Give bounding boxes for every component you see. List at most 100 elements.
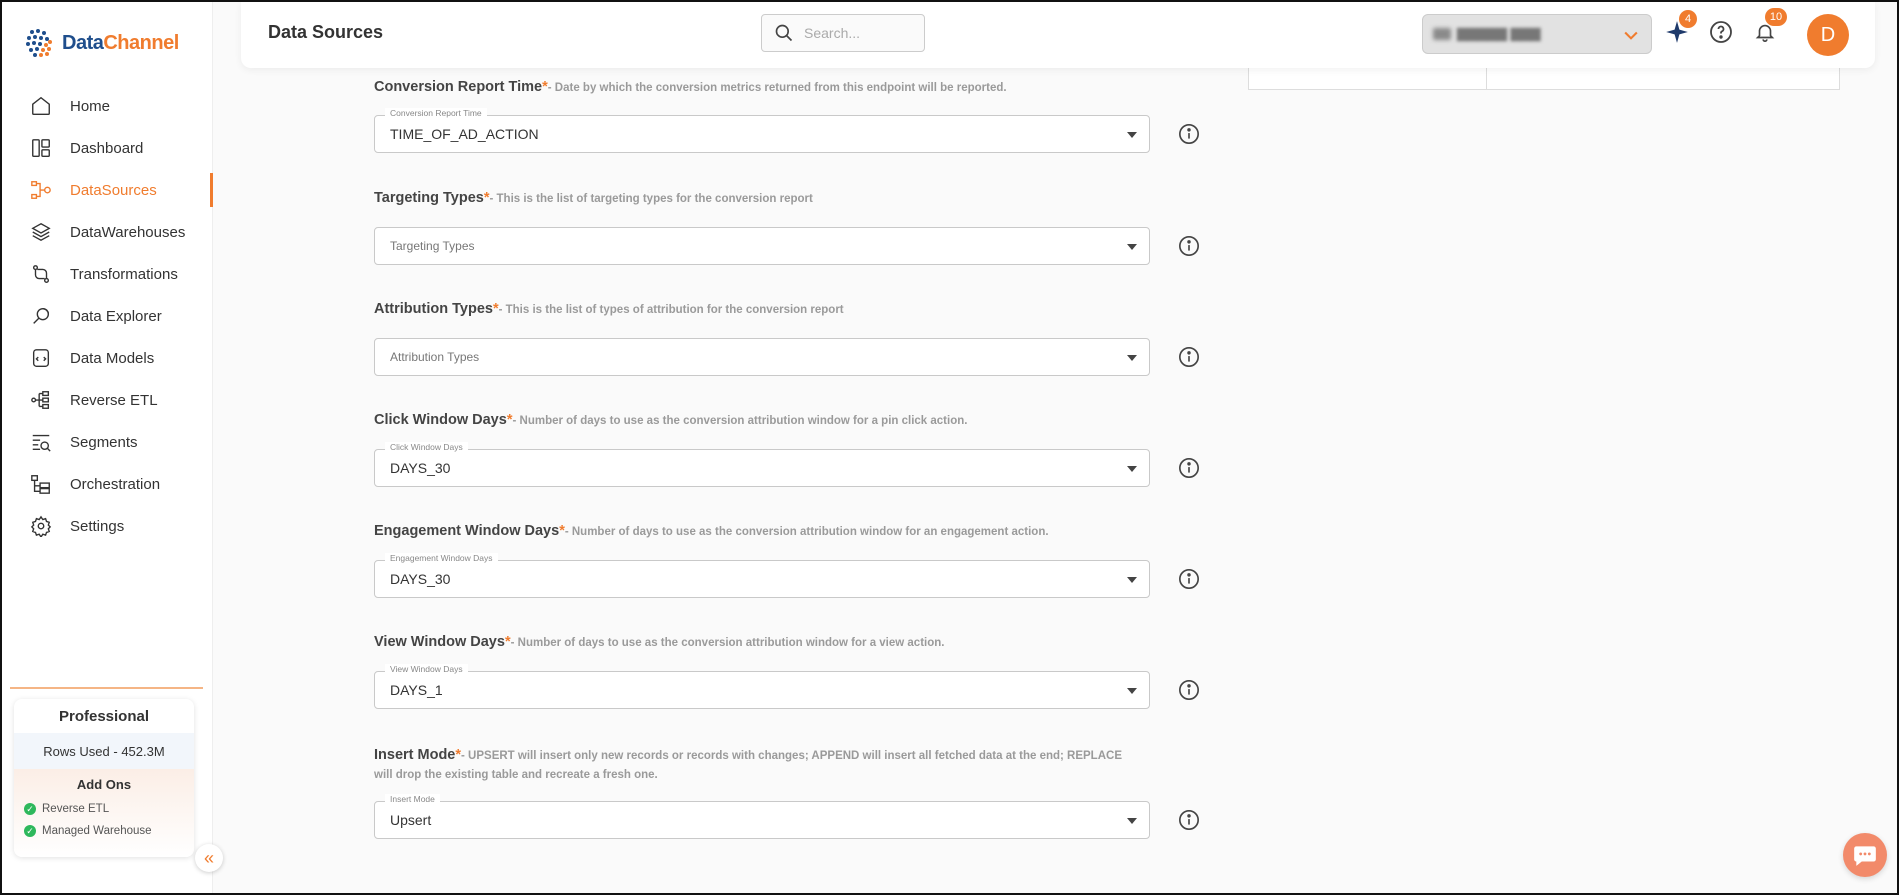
logo[interactable]: DataChannel (22, 26, 179, 60)
sidebar-item-transformations[interactable]: Transformations (2, 253, 213, 295)
caret-down-icon (1127, 688, 1137, 694)
ai-sparkle-button[interactable]: 4 (1663, 10, 1697, 46)
select-value: DAYS_30 (390, 571, 451, 587)
caret-down-icon (1127, 132, 1137, 138)
select-placeholder: Attribution Types (390, 350, 480, 364)
caret-down-icon (1127, 355, 1137, 361)
plan-name: Professional (58, 707, 150, 725)
engagement-window-days-select[interactable]: Engagement Window Days DAYS_30 (374, 553, 1150, 598)
home-icon (28, 93, 54, 119)
layers-icon (28, 219, 54, 245)
info-icon[interactable] (1178, 679, 1200, 701)
user-avatar[interactable]: D (1807, 14, 1849, 56)
click-window-days-select[interactable]: Click Window Days DAYS_30 (374, 442, 1150, 487)
view-window-days-select[interactable]: View Window Days DAYS_1 (374, 664, 1150, 709)
caret-down-icon (1127, 466, 1137, 472)
floating-label: View Window Days (385, 664, 468, 674)
orchestration-icon (28, 471, 54, 497)
floating-label: Engagement Window Days (385, 553, 498, 563)
chat-support-button[interactable] (1843, 833, 1887, 877)
floating-label: Click Window Days (385, 442, 468, 452)
sidebar-item-dashboard[interactable]: Dashboard (2, 127, 213, 169)
notifications-button[interactable]: 10 (1751, 8, 1787, 46)
double-chevron-left-icon: « (203, 847, 214, 868)
field-label: Click Window Days*- Number of days to us… (374, 412, 968, 428)
organization-select[interactable]: ▇▇▇▇▇ ▇▇▇ (1422, 14, 1652, 54)
help-button[interactable] (1707, 18, 1735, 46)
sidebar: DataChannel Home Dashboard DataSources D… (2, 2, 223, 893)
select-value: DAYS_1 (390, 682, 443, 698)
sidebar-nav: Home Dashboard DataSources DataWarehouse… (2, 85, 213, 547)
addons-section: Add Ons ✓ Reverse ETL ✓ Managed Warehous… (14, 769, 194, 857)
sidebar-item-datasources[interactable]: DataSources (2, 169, 213, 211)
info-icon[interactable] (1178, 457, 1200, 479)
floating-label: Conversion Report Time (385, 108, 487, 118)
targeting-types-select[interactable]: Targeting Types (374, 227, 1150, 265)
search-box[interactable] (761, 14, 925, 52)
org-name-redacted: ▇▇▇▇▇ ▇▇▇ (1457, 26, 1541, 41)
help-icon (1710, 21, 1732, 43)
sidebar-item-reverse-etl[interactable]: Reverse ETL (2, 379, 213, 421)
select-value: TIME_OF_AD_ACTION (390, 126, 539, 142)
info-icon[interactable] (1178, 346, 1200, 368)
caret-down-icon (1127, 818, 1137, 824)
addon-item: ✓ Reverse ETL (24, 798, 184, 820)
field-view-window-days: View Window Days*- Number of days to use… (374, 634, 1200, 709)
field-label: Targeting Types*- This is the list of ta… (374, 190, 813, 206)
info-icon[interactable] (1178, 809, 1200, 831)
top-header: Data Sources ▇▇▇▇▇ ▇▇▇ 4 10 D (241, 2, 1875, 68)
attribution-types-select[interactable]: Attribution Types (374, 338, 1150, 376)
sidebar-item-segments[interactable]: Segments (2, 421, 213, 463)
field-attribution-types: Attribution Types*- This is the list of … (374, 301, 1200, 376)
search-icon (775, 24, 793, 42)
segments-icon (28, 429, 54, 455)
info-icon[interactable] (1178, 123, 1200, 145)
background-table (1248, 68, 1840, 90)
explorer-icon (28, 303, 54, 329)
field-label: Attribution Types*- This is the list of … (374, 301, 844, 317)
field-click-window-days: Click Window Days*- Number of days to us… (374, 412, 1200, 487)
select-placeholder: Targeting Types (390, 239, 475, 253)
check-icon: ✓ (24, 825, 36, 837)
ai-badge: 4 (1679, 10, 1697, 28)
chat-icon (1854, 846, 1876, 866)
page-title: Data Sources (268, 22, 384, 42)
search-input[interactable] (804, 25, 904, 41)
conversion-report-time-select[interactable]: Conversion Report Time TIME_OF_AD_ACTION (374, 108, 1150, 153)
sidebar-item-data-models[interactable]: Data Models (2, 337, 213, 379)
caret-down-icon (1127, 244, 1137, 250)
check-icon: ✓ (24, 803, 36, 815)
datasources-icon (28, 177, 54, 203)
collapse-sidebar-button[interactable]: « (195, 844, 223, 872)
field-conversion-report-time: Conversion Report Time*- Date by which t… (374, 79, 1200, 153)
chevron-down-icon (1624, 31, 1638, 40)
sidebar-item-datawarehouses[interactable]: DataWarehouses (2, 211, 213, 253)
sidebar-item-settings[interactable]: Settings (2, 505, 213, 547)
field-label: View Window Days*- Number of days to use… (374, 634, 945, 650)
sidebar-item-orchestration[interactable]: Orchestration (2, 463, 213, 505)
notification-badge: 10 (1765, 8, 1787, 26)
info-icon[interactable] (1178, 235, 1200, 257)
model-icon (28, 345, 54, 371)
sidebar-item-home[interactable]: Home (2, 85, 213, 127)
settings-icon (28, 513, 54, 539)
dashboard-icon (28, 135, 54, 161)
datachannel-logo-icon (26, 29, 52, 57)
addons-title: Add Ons (76, 777, 132, 792)
plan-card: Professional Rows Used - 452.3M Add Ons … (14, 699, 194, 857)
rows-used: Rows Used - 452.3M (14, 733, 194, 769)
addon-item: ✓ Managed Warehouse (24, 820, 184, 842)
reverse-etl-icon (28, 387, 54, 413)
field-label: Engagement Window Days*- Number of days … (374, 523, 1049, 539)
insert-mode-select[interactable]: Insert Mode Upsert (374, 794, 1150, 839)
org-logo (1433, 28, 1451, 40)
sidebar-item-data-explorer[interactable]: Data Explorer (2, 295, 213, 337)
floating-label: Insert Mode (385, 794, 440, 804)
plan-divider (10, 687, 203, 689)
info-icon[interactable] (1178, 568, 1200, 590)
field-label: Conversion Report Time*- Date by which t… (374, 79, 1007, 95)
transform-icon (28, 261, 54, 287)
select-value: Upsert (390, 812, 432, 828)
field-targeting-types: Targeting Types*- This is the list of ta… (374, 190, 1200, 265)
field-label: Insert Mode*- UPSERT will insert only ne… (374, 747, 1122, 781)
